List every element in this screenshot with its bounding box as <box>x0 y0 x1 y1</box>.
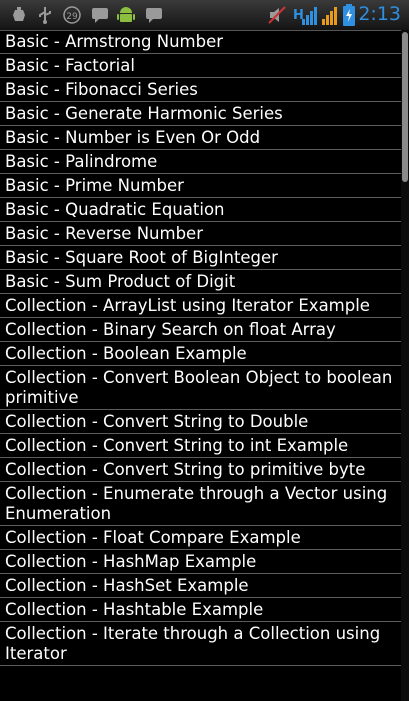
list-item[interactable]: Basic - Fibonacci Series <box>0 78 401 102</box>
notification-icon <box>146 8 162 23</box>
list-item[interactable]: Basic - Square Root of BigInteger <box>0 246 401 270</box>
list-item[interactable]: Basic - Number is Even Or Odd <box>0 126 401 150</box>
list-item[interactable]: Collection - Convert Boolean Object to b… <box>0 366 401 410</box>
svg-text:29: 29 <box>66 12 78 22</box>
badge-29-icon: 29 <box>63 6 81 24</box>
mute-icon <box>268 6 286 24</box>
list-item[interactable]: Basic - Quadratic Equation <box>0 198 401 222</box>
list-item[interactable]: Collection - Convert String to primitive… <box>0 458 401 482</box>
scrollbar-thumb[interactable] <box>402 32 408 182</box>
list-item[interactable]: Basic - Prime Number <box>0 174 401 198</box>
notification-icon <box>92 8 108 23</box>
usb-debug-icon <box>13 7 25 21</box>
android-icon <box>117 7 135 22</box>
list-item[interactable]: Collection - Iterate through a Collectio… <box>0 622 401 666</box>
list-item[interactable]: Collection - Convert String to int Examp… <box>0 434 401 458</box>
list-item[interactable]: Collection - ArrayList using Iterator Ex… <box>0 294 401 318</box>
example-list: Basic - Armstrong Number Basic - Factori… <box>0 30 401 701</box>
list-item[interactable]: Basic - Generate Harmonic Series <box>0 102 401 126</box>
list-item[interactable]: Basic - Reverse Number <box>0 222 401 246</box>
status-bar: 29 H 2:13 <box>0 0 409 31</box>
list-item[interactable]: Collection - HashMap Example <box>0 550 401 574</box>
list-item[interactable]: Collection - Float Compare Example <box>0 526 401 550</box>
list-item[interactable]: Collection - Hashtable Example <box>0 598 401 622</box>
list-item[interactable]: Collection - Enumerate through a Vector … <box>0 482 401 526</box>
list-item[interactable]: Collection - Binary Search on float Arra… <box>0 318 401 342</box>
list-item[interactable]: Collection - HashSet Example <box>0 574 401 598</box>
battery-icon <box>343 4 355 26</box>
list-item[interactable]: Basic - Armstrong Number <box>0 30 401 54</box>
list-item[interactable]: Collection - Convert String to Double <box>0 410 401 434</box>
signal-icon: H <box>293 7 337 25</box>
list-item[interactable]: Basic - Factorial <box>0 54 401 78</box>
status-clock: 2:13 <box>358 3 401 25</box>
list-item[interactable]: Basic - Sum Product of Digit <box>0 270 401 294</box>
usb-icon <box>39 7 51 24</box>
list-item[interactable]: Collection - Boolean Example <box>0 342 401 366</box>
list-item[interactable]: Basic - Palindrome <box>0 150 401 174</box>
